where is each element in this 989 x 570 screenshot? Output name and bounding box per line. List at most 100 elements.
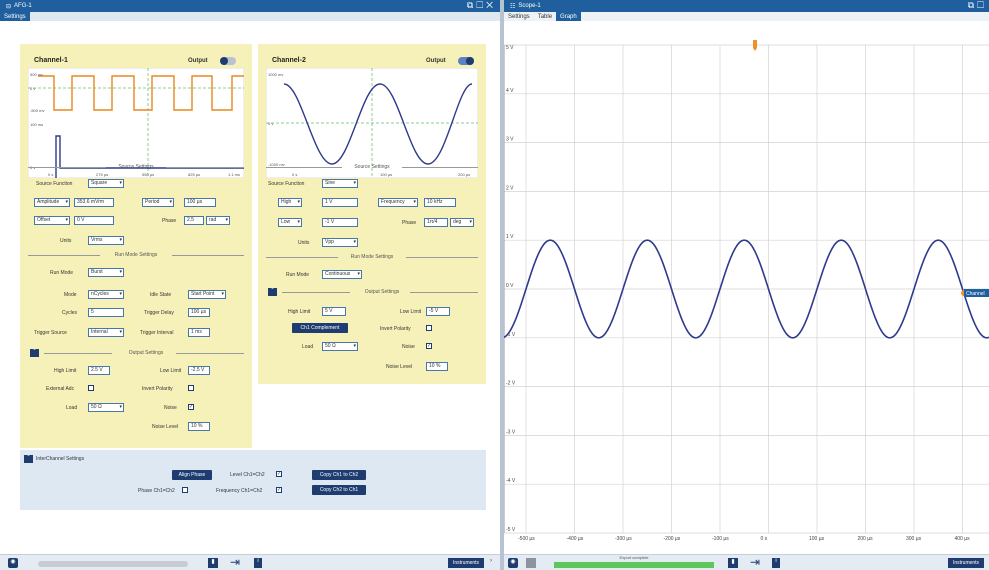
phase-input[interactable]: 2.5 [184,216,204,225]
noise-checkbox[interactable]: ✓ [188,404,194,410]
ch2-source-settings-header: Source Settings [258,164,486,170]
invert-polarity-label: Invert Polarity [142,386,173,392]
interchannel-collapse-button[interactable]: ˆ [24,455,33,463]
maximize-icon[interactable]: ☐ [476,0,486,10]
y-tick-label: -1 V [506,332,516,338]
phase-equal-checkbox[interactable] [182,487,188,493]
ch2-low-input[interactable]: -1 V [322,218,358,227]
ch2-phase-unit-select[interactable]: deg [450,218,474,227]
cycles-input[interactable]: 5 [88,308,124,317]
copy-ch2-to-ch1-button[interactable]: Copy Ch2 to Ch1 [312,485,366,495]
phase-equal-label: Phase Ch1=Ch2 [138,488,175,494]
ch2-noise-checkbox[interactable]: ✓ [426,343,432,349]
source-function-select[interactable]: Square [88,179,124,188]
ch2-invert-polarity-checkbox[interactable] [426,325,432,331]
instruments-button[interactable]: Instruments [448,558,484,568]
noise-level-input[interactable]: 10 % [188,422,210,431]
y-tick-label: 2 V [506,185,514,191]
ch2-output-label: Output [426,58,446,64]
scope-export-icon[interactable]: ⇥ [750,555,760,569]
period-select[interactable]: Period [142,198,174,207]
scope-info-icon[interactable]: i [772,558,780,568]
ch2-output-toggle[interactable] [458,57,474,65]
offset-input[interactable]: 0 V [74,216,114,225]
export-icon[interactable]: ⇥ [230,555,240,569]
channel-marker[interactable]: Channel [961,289,989,297]
run-mode-label: Run Mode [50,270,74,276]
popout-icon[interactable]: ⧉ [467,0,476,10]
ch2-run-mode-select[interactable]: Continuous [322,270,362,279]
units-select[interactable]: Vrms [88,236,124,245]
phase-unit-select[interactable]: rad [206,216,230,225]
mode-select[interactable]: nCycles [88,290,124,299]
play-icon[interactable]: ▮ [208,558,218,568]
ch2-source-function-select[interactable]: Sine [322,179,358,188]
run-mode-select[interactable]: Burst [88,268,124,277]
ch2-high-input[interactable]: 1 V [322,198,358,207]
scope-popout-icon[interactable]: ⧉ [968,0,977,10]
scope-play-icon[interactable]: ▮ [728,558,738,568]
info-icon[interactable]: i [254,558,262,568]
ch2-y-tick: 0 v [268,121,273,126]
x-tick-label: -100 µs [712,536,729,542]
copy-ch1-to-ch2-button[interactable]: Copy Ch1 to Ch2 [312,470,366,480]
period-input[interactable]: 100 µs [184,198,216,207]
frequency-equal-checkbox[interactable]: ✓ [276,487,282,493]
x-tick-label: 200 µs [858,536,874,542]
stop-icon[interactable] [526,558,536,568]
high-limit-label: High Limit [54,368,77,374]
ch2-units-select[interactable]: Vpp [322,238,358,247]
invert-polarity-checkbox[interactable] [188,385,194,391]
ch2-high-limit-input[interactable]: 5 V [322,307,346,316]
phase-label: Phase [162,218,177,224]
ch2-low-select[interactable]: Low [278,218,302,227]
tab-scope-settings[interactable]: Settings [504,12,534,21]
high-limit-input[interactable]: 2.5 V [88,366,110,375]
trigger-interval-input[interactable]: 1 ms [188,328,210,337]
tab-settings[interactable]: Settings [0,12,30,21]
scope-instruments-button[interactable]: Instruments [948,558,984,568]
camera-icon[interactable]: ◉ [8,558,18,568]
external-adc-checkbox[interactable] [88,385,94,391]
ch1-output-collapse-button[interactable]: ˆ [30,349,39,357]
offset-select[interactable]: Offset [34,216,70,225]
ch2-phase-input[interactable]: 1π/4 [424,218,448,227]
scope-graph[interactable]: Channel 5 V 4 V 3 V 2 V 1 V 0 V -1 V -2 … [504,21,989,554]
ch1-y-tick: 0 v [30,86,35,91]
y-tick-label: -5 V [506,527,516,533]
mode-label: Mode [64,292,77,298]
ch2-output-collapse-button[interactable]: ˆ [268,288,277,296]
chevron-right-icon[interactable]: › [490,558,492,564]
ch2-load-select[interactable]: 50 Ω [322,342,358,351]
idle-state-select[interactable]: Start Point [188,290,226,299]
ch1-output-toggle[interactable] [220,57,236,65]
x-tick-label: -400 µs [567,536,584,542]
ch1-output-settings-header: Output Settings [40,350,252,356]
trigger-source-select[interactable]: Internal [88,328,124,337]
scope-camera-icon[interactable]: ◉ [508,558,518,568]
ch2-high-select[interactable]: High [278,198,302,207]
channel-marker-label: Channel [966,291,985,297]
level-equal-checkbox[interactable]: ✓ [276,471,282,477]
ch1-x-tick: 275 µs [96,172,108,177]
trigger-delay-label: Trigger Delay [144,310,174,316]
ch2-waveform-preview: 1000 mv 0 v -1000 mv 0 s 100 µs 200 µs [266,68,478,178]
trigger-delay-input[interactable]: 100 µs [188,308,210,317]
afg-window-icon: ⊟ [6,3,12,10]
ch2-frequency-select[interactable]: Frequency [378,198,418,207]
ch2-frequency-input[interactable]: 10 kHz [424,198,456,207]
close-icon[interactable]: ✕ [486,0,496,10]
amplitude-select[interactable]: Amplitude [34,198,70,207]
x-tick-label: -300 µs [615,536,632,542]
ch2-low-limit-input[interactable]: -5 V [426,307,450,316]
amplitude-input[interactable]: 353.6 mVrm [74,198,114,207]
external-adc-label: External Adc [46,386,75,392]
tab-scope-table[interactable]: Table [534,12,556,21]
load-select[interactable]: 50 Ω [88,403,124,412]
ch1-complement-button[interactable]: Ch1 Complement [292,323,348,333]
ch2-noise-level-input[interactable]: 10 % [426,362,448,371]
scope-maximize-icon[interactable]: ☐ [977,0,987,10]
tab-scope-graph[interactable]: Graph [556,12,581,21]
align-phase-button[interactable]: Align Phase [172,470,212,480]
low-limit-input[interactable]: -2.5 V [188,366,210,375]
